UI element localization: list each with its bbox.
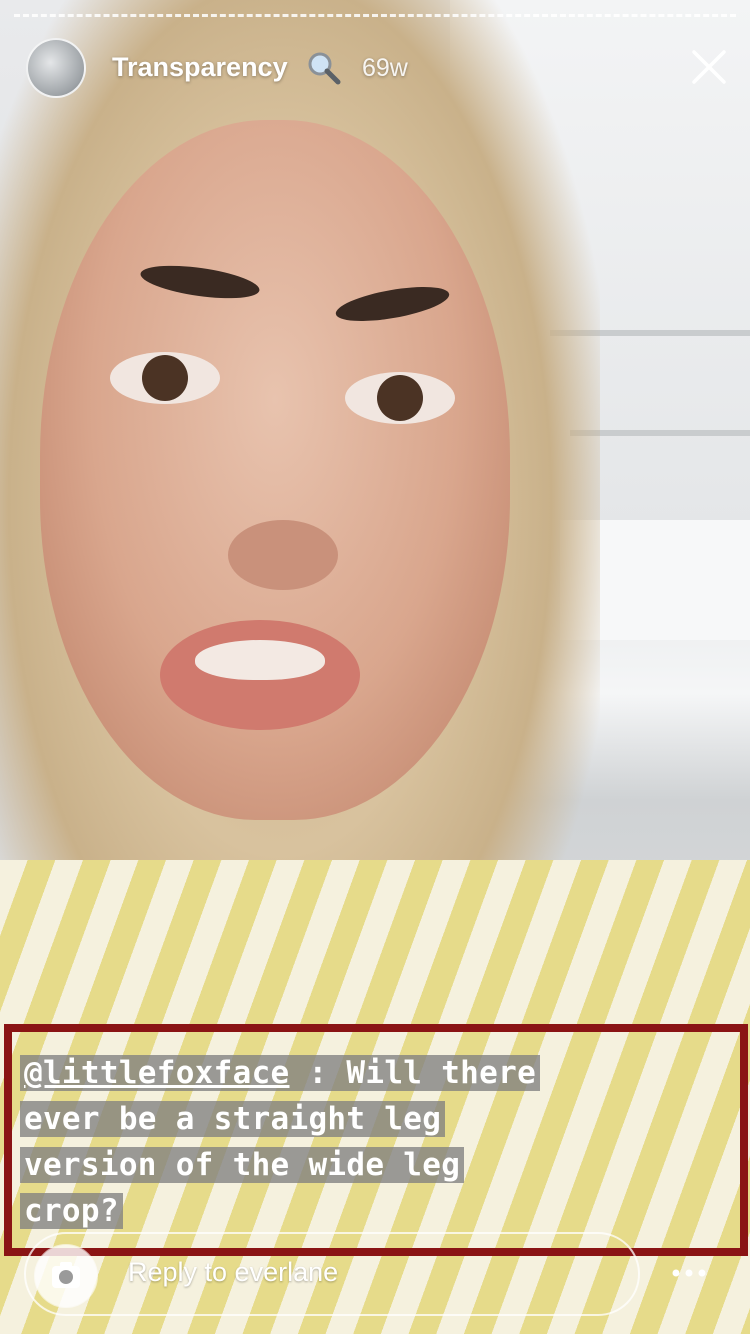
reply-placeholder[interactable]: Reply to everlane	[128, 1257, 338, 1288]
story-progress-bar	[14, 14, 736, 21]
eye-right	[345, 372, 455, 424]
avatar[interactable]	[26, 38, 86, 98]
caption-line-2: ever be a straight leg	[20, 1101, 446, 1137]
question-caption: @littlefoxface : Will there ever be a st…	[20, 1050, 720, 1234]
magnifying-glass-icon	[308, 52, 341, 85]
story-time: 69w	[362, 54, 408, 82]
teeth	[195, 640, 325, 680]
caption-line-3: version of the wide leg	[20, 1147, 465, 1183]
story-screen: Transparency 69w @littlefoxface : Will t…	[0, 0, 750, 1334]
more-options-icon[interactable]	[664, 1256, 714, 1290]
camera-icon[interactable]	[34, 1244, 98, 1308]
caption-line-4: crop?	[20, 1193, 123, 1229]
caption-line-1: : Will there	[289, 1055, 537, 1091]
eye-left	[110, 352, 220, 404]
close-icon[interactable]	[686, 44, 732, 90]
story-title[interactable]: Transparency	[112, 52, 288, 83]
mention-link[interactable]: @littlefoxface	[24, 1055, 290, 1091]
nose	[228, 520, 338, 590]
